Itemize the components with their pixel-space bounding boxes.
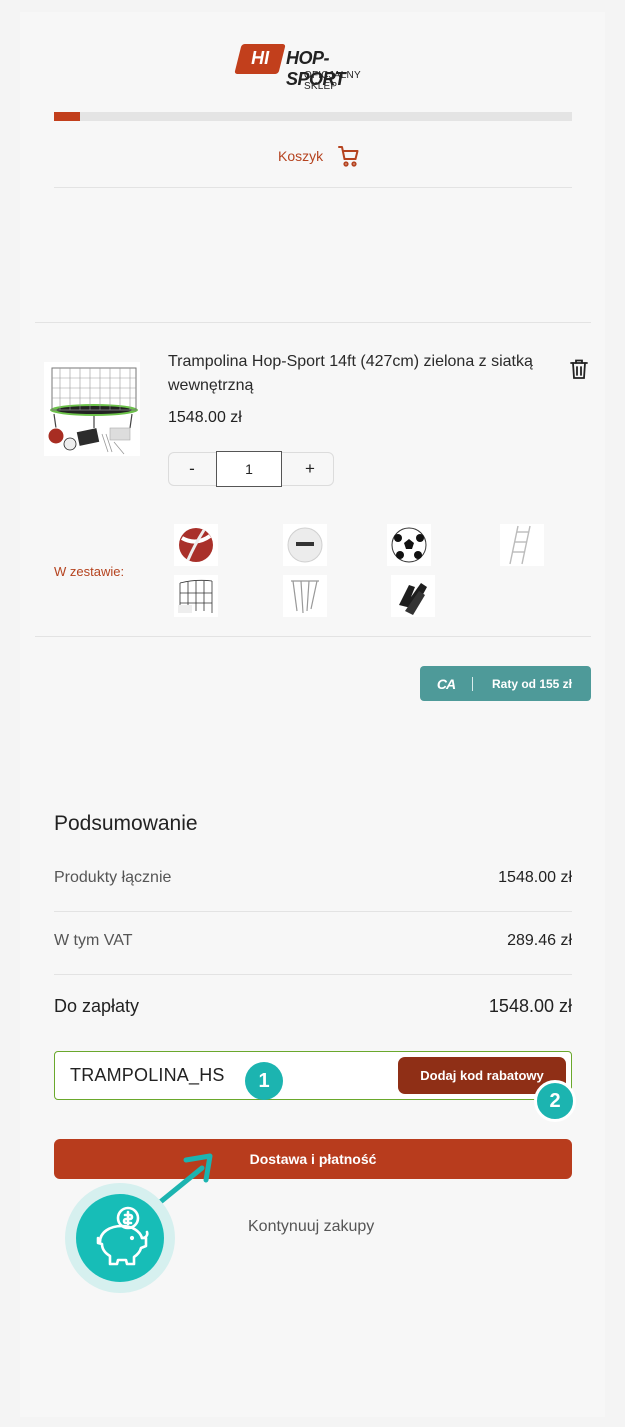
total-label: Do zapłaty [54, 996, 140, 1016]
progress-fill [54, 112, 80, 121]
set-bottom-divider [35, 636, 591, 637]
coupon-field: TRAMPOLINA_HS Dodaj kod rabatowy [54, 1051, 572, 1100]
ladder-icon[interactable] [500, 524, 544, 566]
gloves-icon[interactable] [391, 575, 435, 617]
product-title[interactable]: Trampolina Hop-Sport 14ft (427cm) zielon… [168, 350, 538, 398]
summary-divider-2 [54, 974, 572, 975]
cart-label: Koszyk [278, 148, 324, 164]
summary-title: Podsumowanie [54, 812, 198, 835]
quantity-input[interactable]: 1 [216, 451, 282, 487]
set-label: W zestawie: [54, 564, 125, 579]
vat-value: 289.46 zł [507, 932, 572, 949]
product-top-divider [35, 322, 591, 323]
summary-divider-1 [54, 911, 572, 912]
installments-button[interactable]: CA Raty od 155 zł [420, 666, 591, 701]
total-value: 1548.00 zł [488, 996, 572, 1016]
piggy-bank-badge [76, 1194, 164, 1282]
summary-vat-row: W tym VAT 289.46 zł [54, 932, 572, 950]
logo-subtitle: OFICJALNY SKLEP [304, 70, 361, 92]
coupon-input[interactable]: TRAMPOLINA_HS [70, 1065, 225, 1086]
step-badge-1: 1 [245, 1062, 283, 1100]
white-ball-icon[interactable] [283, 524, 327, 566]
piggy-bank-icon [96, 1206, 149, 1266]
products-total-label: Produkty łącznie [54, 869, 172, 886]
stakes-icon[interactable] [283, 575, 327, 617]
volleyball-icon[interactable] [174, 524, 218, 566]
product-price: 1548.00 zł [168, 409, 242, 426]
credit-agricole-logo: CA [436, 675, 456, 692]
soccer-ball-icon[interactable] [387, 524, 431, 566]
installments-label: Raty od 155 zł [491, 676, 573, 691]
summary-total-row: Do zapłaty 1548.00 zł [54, 996, 572, 1017]
products-total-value: 1548.00 zł [498, 869, 572, 886]
cart-step[interactable]: Koszyk [278, 142, 361, 170]
step-badge-2: 2 [534, 1080, 576, 1122]
cart-icon [338, 146, 359, 167]
checkout-progress [54, 112, 572, 121]
checkout-page: HI HOP-SPORT OFICJALNY SKLEP Koszyk Tram… [0, 0, 625, 1427]
trash-icon[interactable] [569, 358, 589, 380]
quantity-increase-button[interactable]: + [287, 453, 333, 485]
continue-shopping-link[interactable]: Kontynuuj zakupy [248, 1218, 374, 1236]
quantity-decrease-button[interactable]: - [169, 453, 215, 485]
hop-sport-logo[interactable]: HI HOP-SPORT OFICJALNY SKLEP [234, 44, 388, 92]
trampoline-product-image[interactable] [44, 362, 140, 456]
delivery-payment-button[interactable]: Dostawa i płatność [54, 1139, 572, 1179]
logo-mark: HI [234, 44, 286, 74]
quantity-stepper: - 1 + [168, 451, 334, 487]
header-divider [54, 187, 572, 188]
vat-label: W tym VAT [54, 932, 133, 949]
net-icon[interactable] [174, 575, 218, 617]
summary-products-row: Produkty łącznie 1548.00 zł [54, 869, 572, 887]
